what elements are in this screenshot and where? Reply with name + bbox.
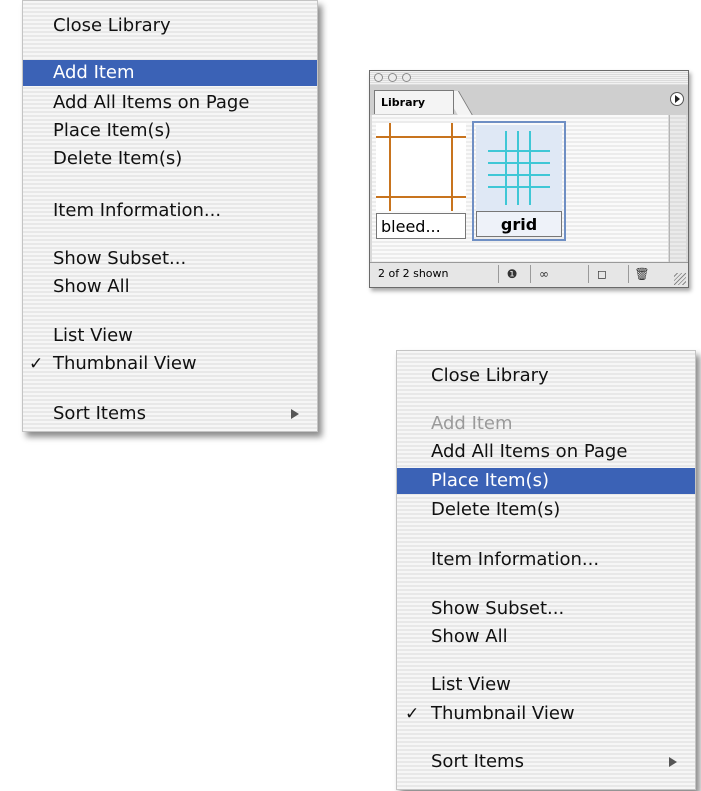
menu-item-item-information[interactable]: Item Information... <box>397 547 695 573</box>
menu-item-thumbnail-view[interactable]: ✓ Thumbnail View <box>23 351 317 377</box>
library-item-label: grid <box>476 211 562 237</box>
menu-item-close-library[interactable]: Close Library <box>397 363 695 389</box>
trash-icon[interactable]: 🗑 <box>628 265 655 283</box>
library-item-label: bleed... <box>376 213 466 239</box>
tab-library[interactable]: Library <box>374 90 454 114</box>
library-items-area: bleed... grid <box>372 115 668 263</box>
library-item-grid[interactable]: grid <box>472 121 566 241</box>
menu-item-show-subset[interactable]: Show Subset... <box>397 596 695 622</box>
library-item-bleed[interactable]: bleed... <box>374 121 468 241</box>
binoculars-icon[interactable]: ∞ <box>530 265 557 283</box>
menu-item-add-all-items-on-page[interactable]: Add All Items on Page <box>397 439 695 465</box>
zoom-window-icon[interactable] <box>402 73 411 82</box>
menu-item-show-all[interactable]: Show All <box>23 274 317 300</box>
vertical-scrollbar[interactable] <box>669 115 686 263</box>
close-window-icon[interactable] <box>374 73 383 82</box>
menu-item-close-library[interactable]: Close Library <box>23 13 317 39</box>
menu-item-delete-items[interactable]: Delete Item(s) <box>23 146 317 172</box>
palette-menu-arrow-icon[interactable] <box>670 92 684 106</box>
menu-item-show-all[interactable]: Show All <box>397 624 695 650</box>
menu-item-place-items[interactable]: Place Item(s) <box>397 468 695 494</box>
palette-titlebar[interactable] <box>370 71 688 85</box>
items-shown-count: 2 of 2 shown <box>378 267 449 280</box>
new-item-icon[interactable]: ◻ <box>588 265 615 283</box>
menu-item-item-information[interactable]: Item Information... <box>23 198 317 224</box>
menu-item-add-item[interactable]: Add Item <box>23 60 317 86</box>
menu-item-sort-items[interactable]: Sort Items <box>397 749 695 775</box>
checkmark-icon: ✓ <box>405 704 420 724</box>
submenu-arrow-icon <box>669 757 677 767</box>
menu-item-thumbnail-view[interactable]: ✓ Thumbnail View <box>397 701 695 727</box>
bleed-frame-icon <box>376 123 466 211</box>
menu-item-delete-items[interactable]: Delete Item(s) <box>397 497 695 523</box>
grid-icon <box>476 125 562 213</box>
menu-item-place-items[interactable]: Place Item(s) <box>23 118 317 144</box>
palette-status-bar: 2 of 2 shown ❶ ∞ ◻ 🗑 <box>370 262 688 287</box>
resize-grip-icon[interactable] <box>674 273 686 285</box>
menu-item-add-all-items-on-page[interactable]: Add All Items on Page <box>23 90 317 116</box>
library-context-menu-1: Close Library Add Item Add All Items on … <box>22 0 318 432</box>
palette-tab-row: Library <box>370 85 688 119</box>
menu-item-show-subset[interactable]: Show Subset... <box>23 246 317 272</box>
menu-item-sort-items[interactable]: Sort Items <box>23 401 317 427</box>
menu-item-list-view[interactable]: List View <box>397 672 695 698</box>
menu-item-list-view[interactable]: List View <box>23 323 317 349</box>
info-icon[interactable]: ❶ <box>498 265 525 283</box>
minimize-window-icon[interactable] <box>388 73 397 82</box>
menu-item-add-item: Add Item <box>431 413 513 434</box>
checkmark-icon: ✓ <box>29 354 44 374</box>
library-context-menu-2: Close Library Add Item Add All Items on … <box>396 350 696 790</box>
library-palette: Library bleed... grid 2 of 2 shown ❶ ∞ ◻… <box>369 70 689 288</box>
submenu-arrow-icon <box>291 409 299 419</box>
